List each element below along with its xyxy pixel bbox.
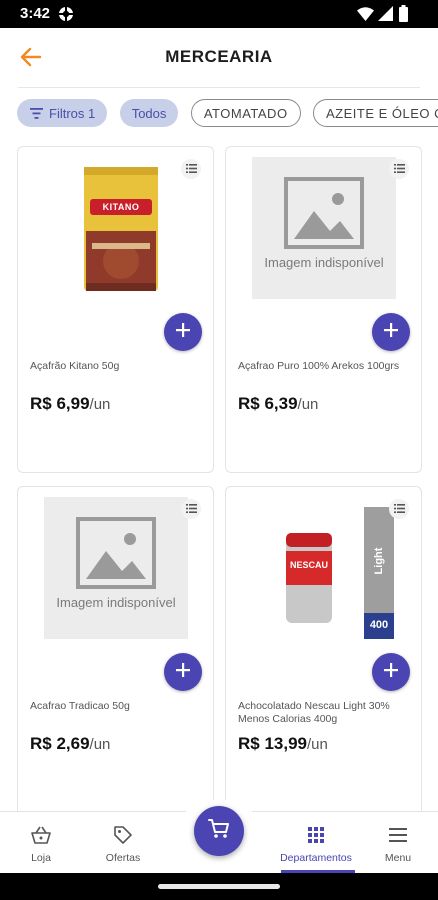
divider [18, 87, 420, 88]
price-value: R$ 6,39 [238, 394, 298, 413]
wifi-icon [357, 7, 374, 25]
chip-todos[interactable]: Todos [119, 99, 179, 127]
placeholder-text: Imagem indisponível [56, 595, 176, 610]
placeholder-text: Imagem indisponível [264, 255, 384, 270]
product-price: R$ 6,39/un [238, 394, 318, 414]
battery-icon [399, 5, 408, 26]
nav-label: Departamentos [280, 852, 352, 864]
status-time: 3:42 [20, 5, 51, 22]
chip-azeite-e-oleo[interactable]: AZEITE E ÓLEO C [313, 99, 438, 127]
status-bar: 3:42 [0, 0, 438, 28]
price-value: R$ 2,69 [30, 734, 90, 753]
nav-label: Menu [384, 852, 412, 864]
add-to-cart-button[interactable] [164, 313, 202, 351]
image-placeholder-icon [76, 517, 156, 594]
product-package-brand: KITANO [102, 202, 140, 212]
product-image: NESCAU Light 400 [266, 497, 410, 643]
chip-label: AZEITE E ÓLEO C [326, 105, 438, 121]
price-unit: /un [307, 736, 328, 753]
price-unit: /un [89, 396, 111, 413]
cart-button[interactable] [194, 806, 244, 856]
nav-label: Ofertas [105, 852, 141, 864]
system-nav-bar [0, 873, 438, 900]
add-to-cart-button[interactable] [164, 653, 202, 691]
product-card[interactable]: NESCAU Light 400 Achocolatado Nescau Lig… [225, 486, 422, 816]
product-price: R$ 13,99/un [238, 734, 328, 754]
price-value: R$ 6,99 [30, 394, 90, 413]
nav-label: Loja [31, 852, 51, 864]
price-unit: /un [89, 736, 111, 753]
plus-icon [176, 322, 190, 342]
list-icon [393, 500, 405, 518]
product-card[interactable]: Imagem indisponível Acafrao Tradicao 50g… [17, 486, 214, 816]
product-price: R$ 2,69/un [30, 734, 110, 754]
card-options-button[interactable] [181, 499, 201, 519]
card-options-button[interactable] [389, 159, 409, 179]
app-bar: MERCEARIA [0, 28, 438, 88]
card-options-button[interactable] [181, 159, 201, 179]
product-image-placeholder: Imagem indisponível [252, 157, 396, 299]
card-options-button[interactable] [389, 499, 409, 519]
image-placeholder-icon [284, 177, 364, 254]
chip-label: Todos [131, 105, 167, 121]
grid-icon [308, 824, 324, 846]
filters-chip[interactable]: Filtros 1 [17, 99, 108, 127]
signal-icon [378, 6, 393, 25]
product-name: Achocolatado Nescau Light 30% Menos Calo… [238, 700, 390, 725]
list-icon [185, 160, 197, 178]
add-to-cart-button[interactable] [372, 313, 410, 351]
tag-icon [113, 824, 133, 846]
product-image-placeholder: Imagem indisponível [44, 497, 188, 639]
nav-item-departamentos[interactable]: Departamentos [276, 812, 356, 874]
filters-chip-label: Filtros 1 [49, 105, 96, 121]
plus-icon [384, 322, 398, 342]
product-image: KITANO [44, 157, 188, 299]
product-package-weight: 400 [369, 619, 389, 631]
shopping-basket-icon [30, 824, 52, 846]
plus-icon [176, 662, 190, 682]
filter-chips-row[interactable]: Filtros 1 Todos ATOMATADO AZEITE E ÓLEO … [17, 99, 438, 129]
app-notification-icon [58, 6, 74, 26]
chip-label: ATOMATADO [203, 105, 288, 121]
filter-icon [30, 107, 43, 119]
list-icon [185, 500, 197, 518]
product-card[interactable]: KITANO Açafrão Kitano 50g R$ 6,99/un [17, 146, 214, 473]
price-unit: /un [297, 396, 319, 413]
shopping-cart-icon [208, 818, 230, 844]
product-name: Açafrão Kitano 50g [30, 360, 120, 372]
product-name: Acafrao Tradicao 50g [30, 700, 130, 712]
hamburger-menu-icon [389, 824, 407, 846]
chip-atomatado[interactable]: ATOMATADO [190, 99, 301, 127]
plus-icon [384, 662, 398, 682]
product-package-tag: Light [373, 547, 385, 575]
home-gesture-handle[interactable] [158, 884, 280, 889]
nav-item-ofertas[interactable]: Ofertas [98, 812, 148, 874]
product-package-brand: NESCAU [289, 560, 328, 570]
product-name: Açafrao Puro 100% Arekos 100grs [238, 360, 400, 372]
nav-item-loja[interactable]: Loja [18, 812, 64, 874]
add-to-cart-button[interactable] [372, 653, 410, 691]
page-title: MERCEARIA [165, 47, 273, 66]
list-icon [393, 160, 405, 178]
product-price: R$ 6,99/un [30, 394, 110, 414]
nav-item-menu[interactable]: Menu [378, 812, 418, 874]
product-card[interactable]: Imagem indisponível Açafrao Puro 100% Ar… [225, 146, 422, 473]
price-value: R$ 13,99 [238, 734, 307, 753]
